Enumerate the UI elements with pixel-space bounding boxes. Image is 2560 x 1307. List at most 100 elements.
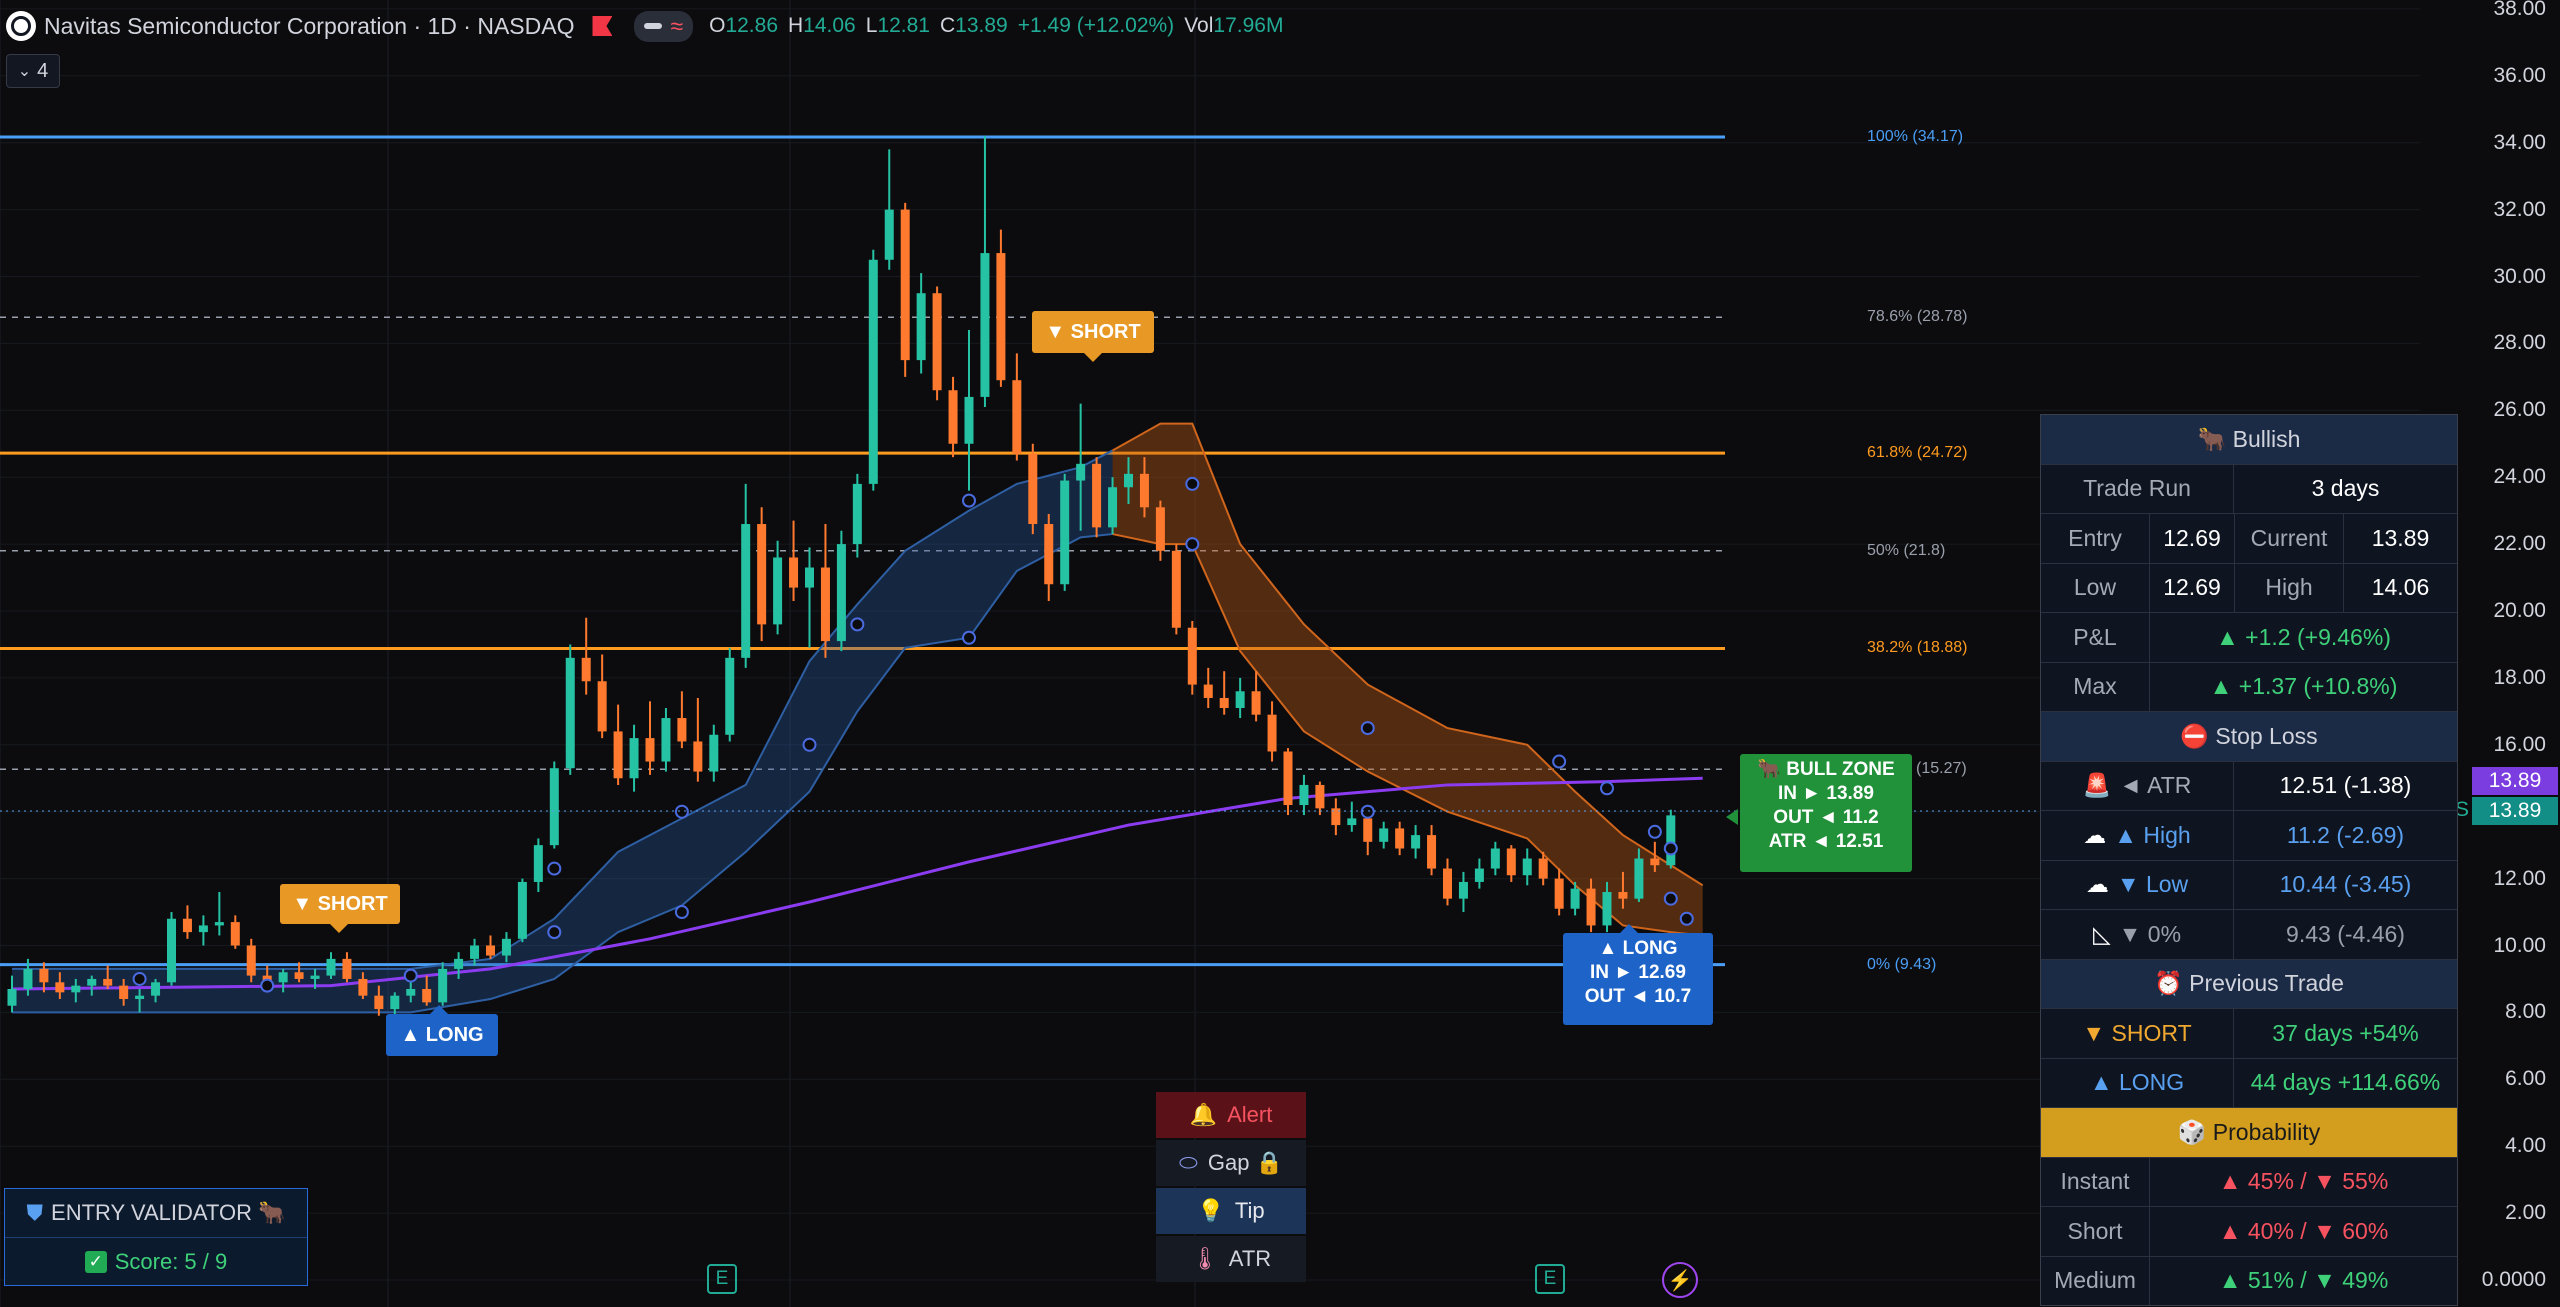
candle-body [964, 396, 974, 444]
gap-button[interactable]: ⬭ Gap 🔒 [1156, 1140, 1306, 1186]
band-marker [962, 493, 976, 508]
candle-body [1395, 828, 1405, 849]
flag-icon[interactable] [592, 16, 613, 36]
price-tick: 8.00 [2505, 1000, 2546, 1024]
band-marker [1185, 537, 1200, 552]
probability-header: 🎲 Probability [2041, 1108, 2457, 1158]
candle-body [501, 938, 511, 956]
band-marker [547, 925, 562, 940]
candle-body [1299, 784, 1309, 806]
alert-button[interactable]: 🔔 Alert [1156, 1092, 1306, 1138]
band-marker [1360, 721, 1375, 736]
candle-body [278, 972, 288, 983]
candle-body [1139, 473, 1149, 508]
candle-body [198, 925, 208, 933]
price-tick: 18.00 [2493, 665, 2546, 689]
bell-icon: 🔔 [1189, 1102, 1218, 1127]
shield-icon: ⛊ [26, 1200, 44, 1225]
price-tick: 10.00 [2493, 933, 2546, 957]
band-marker [403, 968, 418, 983]
candle-body [342, 958, 352, 979]
candle-body [1251, 691, 1261, 715]
candle-body [103, 978, 113, 986]
band-marker [1600, 781, 1614, 796]
candle-body [1474, 868, 1484, 882]
candle-body [55, 982, 65, 993]
panel-title: 🐂 Bullish [2041, 415, 2457, 465]
candle-body [948, 390, 958, 444]
previous-trade-header: ⏰ Previous Trade [2041, 959, 2457, 1009]
band-marker [132, 971, 147, 986]
price-tick: 0.0000 [2481, 1268, 2546, 1291]
ma-price-tag: 13.89 [2472, 797, 2558, 825]
volume: Vol17.96M [1184, 14, 1284, 37]
band-marker [1663, 841, 1678, 856]
thermometer-icon: 🌡 [1190, 1246, 1219, 1271]
band-marker [1679, 911, 1694, 926]
price-tick: 38.00 [2493, 0, 2546, 20]
fib-retracement-lines [0, 135, 1725, 967]
candle-body [1379, 828, 1389, 842]
band-marker [674, 905, 689, 920]
triangle-ruler-icon: ◺ [2092, 920, 2111, 947]
earnings-icon[interactable]: E [1535, 1264, 1565, 1294]
band-marker [1663, 891, 1678, 906]
candle-body [230, 922, 240, 946]
candle-body [1634, 858, 1644, 899]
price-tick: 24.00 [2493, 465, 2546, 489]
cloud-icon: ☁ [2083, 821, 2107, 848]
band-marker [547, 861, 562, 876]
candle-body [1028, 453, 1038, 525]
candle-body [1618, 891, 1628, 899]
lightning-icon[interactable]: ⚡ [1662, 1262, 1698, 1298]
candle-body [709, 734, 719, 772]
candle-body [1203, 684, 1213, 698]
candle-body [884, 209, 894, 260]
candle-body [757, 524, 767, 625]
price-tick: 26.00 [2493, 398, 2546, 422]
candle-body [1315, 784, 1325, 809]
candle-body [454, 958, 464, 969]
check-icon: ✓ [84, 1250, 107, 1273]
candle-body [1155, 507, 1165, 551]
symbol-title[interactable]: Navitas Semiconductor Corporation · 1D ·… [44, 13, 574, 40]
band-marker [260, 978, 275, 993]
ohlc-low: L12.81 [865, 14, 930, 37]
trade-panel: 🐂 Bullish Trade Run 3 days Entry 12.69 Curr… [2040, 414, 2458, 1306]
candle-body [1522, 858, 1532, 876]
candle-body [1108, 487, 1118, 528]
candle-body [1666, 815, 1676, 866]
candle-body [852, 483, 862, 545]
candle-body [1411, 835, 1421, 849]
candle-body [1092, 463, 1102, 528]
lightbulb-icon: 💡 [1197, 1198, 1225, 1223]
band-marker [674, 804, 689, 819]
candle-body [374, 995, 384, 1010]
candle-body [151, 982, 161, 996]
candle-body [820, 567, 830, 642]
candle-body [87, 978, 97, 986]
candle-body [1267, 714, 1277, 752]
candle-body [326, 958, 336, 976]
candle-body [805, 567, 814, 588]
candle-body [71, 985, 81, 993]
atr-button[interactable]: 🌡 ATR [1156, 1236, 1306, 1282]
candle-body [438, 968, 448, 1003]
tip-button[interactable]: 💡 Tip [1156, 1188, 1306, 1234]
candle-body [1443, 868, 1452, 899]
earnings-icon[interactable]: E [707, 1264, 737, 1294]
gap-icon: ⬭ [1179, 1150, 1198, 1175]
candle-body [916, 293, 926, 361]
band-marker [1185, 476, 1200, 491]
price-tick: 22.00 [2493, 532, 2546, 556]
price-tick: 30.00 [2493, 264, 2546, 288]
candle-body [1602, 891, 1612, 926]
fib-level-label: 78.6% (28.78) [1867, 308, 1968, 326]
candle-body [789, 557, 799, 588]
indicator-count-button[interactable]: ⌄ 4 [6, 54, 60, 88]
candle-body [677, 718, 687, 742]
candle-body [182, 918, 192, 933]
fib-level-label: 50% (21.8) [1867, 541, 1946, 559]
indicator-toggle[interactable]: ≈ [634, 10, 694, 42]
candle-body [470, 945, 480, 959]
